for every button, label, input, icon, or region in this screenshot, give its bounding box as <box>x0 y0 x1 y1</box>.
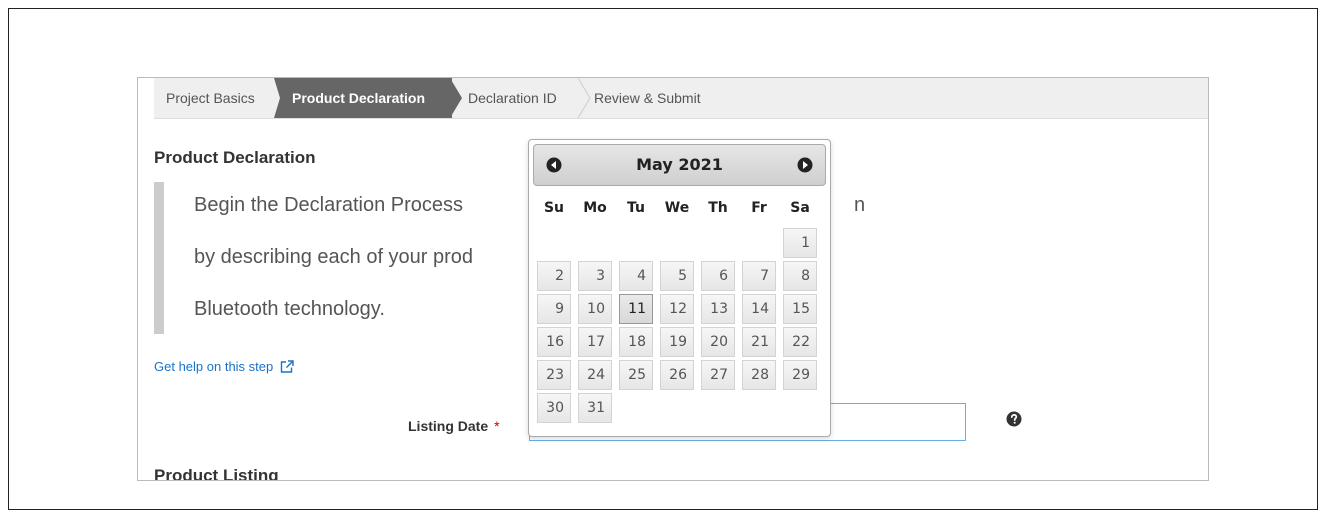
required-marker: * <box>494 418 500 434</box>
weekday-header: Th <box>708 200 728 216</box>
calendar-day[interactable]: 22 <box>783 327 817 357</box>
calendar-day[interactable]: 12 <box>660 294 694 324</box>
listing-date-label: Listing Date * <box>408 418 500 434</box>
help-link-label: Get help on this step <box>154 359 274 374</box>
product-listing-heading: Product Listing <box>154 466 279 481</box>
weekday-header: Fr <box>751 200 767 216</box>
calendar-day[interactable]: 17 <box>578 327 612 357</box>
calendar-day[interactable]: 29 <box>783 360 817 390</box>
weekday-header: Su <box>543 200 565 216</box>
calendar-day[interactable]: 14 <box>742 294 776 324</box>
calendar-day[interactable]: 18 <box>619 327 653 357</box>
calendar-day[interactable]: 3 <box>578 261 612 291</box>
weekday-header: Mo <box>583 200 607 216</box>
step-label: Project Basics <box>166 90 255 106</box>
intro-line-tail: n <box>854 194 866 216</box>
calendar-day[interactable]: 1 <box>783 228 817 258</box>
calendar-day[interactable]: 25 <box>619 360 653 390</box>
step-label: Product Declaration <box>292 90 426 106</box>
step-separator-icon <box>450 78 462 118</box>
step-review-submit[interactable]: Review & Submit <box>594 78 754 118</box>
step-label: Review & Submit <box>594 90 701 106</box>
screenshot-frame: Project Basics Product Declaration Decla… <box>8 8 1318 510</box>
help-link[interactable]: Get help on this step <box>154 359 294 374</box>
calendar-day[interactable]: 6 <box>701 261 735 291</box>
calendar-day[interactable]: 2 <box>537 261 571 291</box>
step-label: Declaration ID <box>468 90 557 106</box>
calendar-day[interactable]: 20 <box>701 327 735 357</box>
question-circle-icon[interactable] <box>1006 411 1022 427</box>
calendar-day[interactable]: 30 <box>537 393 571 423</box>
calendar-day[interactable]: 10 <box>578 294 612 324</box>
calendar-day[interactable]: 28 <box>742 360 776 390</box>
calendar-day[interactable]: 4 <box>619 261 653 291</box>
calendar-day[interactable]: 15 <box>783 294 817 324</box>
calendar-day[interactable]: 5 <box>660 261 694 291</box>
intro-line: by describing each of your prod <box>194 246 474 268</box>
weekday-header: Tu <box>627 200 645 216</box>
calendar-day[interactable]: 9 <box>537 294 571 324</box>
section-title: Product Declaration <box>154 148 316 167</box>
step-declaration-id[interactable]: Declaration ID <box>468 78 588 118</box>
step-project-basics[interactable]: Project Basics <box>154 78 284 118</box>
step-separator-icon <box>578 78 591 118</box>
wizard-steps: Project Basics Product Declaration Decla… <box>154 78 1208 119</box>
circle-arrow-right-icon[interactable] <box>797 157 813 173</box>
intro-line: Begin the Declaration Process <box>194 194 464 216</box>
calendar-day[interactable]: 8 <box>783 261 817 291</box>
datepicker-month-title: May 2021 <box>636 155 723 174</box>
calendar-day[interactable]: 24 <box>578 360 612 390</box>
listing-date-label-text: Listing Date <box>408 418 489 434</box>
intro-line: Bluetooth technology. <box>194 298 385 320</box>
calendar-day[interactable]: 19 <box>660 327 694 357</box>
weekday-header: We <box>664 200 690 216</box>
external-link-icon <box>280 360 294 373</box>
calendar-day[interactable]: 21 <box>742 327 776 357</box>
calendar-day[interactable]: 27 <box>701 360 735 390</box>
datepicker-popup: May 2021 Su Mo Tu We Th Fr Sa 1234567891… <box>528 139 831 437</box>
datepicker-header: May 2021 <box>533 144 826 186</box>
calendar-day[interactable]: 31 <box>578 393 612 423</box>
calendar-day[interactable]: 23 <box>537 360 571 390</box>
calendar-day[interactable]: 16 <box>537 327 571 357</box>
step-separator-icon <box>274 78 288 118</box>
calendar-day[interactable]: 26 <box>660 360 694 390</box>
calendar-day[interactable]: 13 <box>701 294 735 324</box>
weekday-header: Sa <box>790 200 810 216</box>
calendar-day-today[interactable]: 11 <box>619 294 653 324</box>
step-product-declaration[interactable]: Product Declaration <box>282 78 452 118</box>
calendar-day[interactable]: 7 <box>742 261 776 291</box>
